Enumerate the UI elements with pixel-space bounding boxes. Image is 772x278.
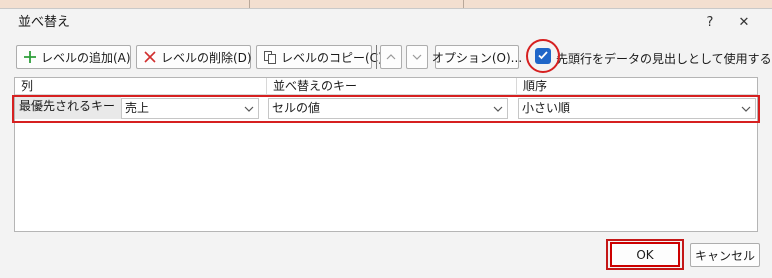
copy-icon [263,50,277,64]
column-header-column: 列 [15,78,266,95]
copy-level-label: レベルのコピー(C) [281,50,383,65]
header-row-checkbox-label[interactable]: 先頭行をデータの見出しとして使用する(H) [556,50,772,67]
ok-button[interactable]: OK [610,242,680,267]
close-button[interactable]: ✕ [730,10,758,34]
chevron-up-icon [386,50,396,64]
background-sheet-strip [0,0,772,8]
annotation-rectangle [12,95,760,123]
annotation-circle [526,39,560,73]
copy-level-button[interactable]: レベルのコピー(C) [256,45,383,69]
options-button[interactable]: オプション(O)... [432,45,522,69]
add-level-label: レベルの追加(A) [41,50,131,65]
dialog-title: 並べ替え [18,15,71,30]
move-down-button[interactable] [406,45,428,69]
help-button[interactable]: ? [696,10,724,34]
toolbar-separator [376,45,377,69]
add-level-button[interactable]: レベルの追加(A) [16,45,131,69]
chevron-down-icon [412,50,422,64]
column-header-sort-on: 並べ替えのキー [267,78,516,95]
column-header-order: 順序 [517,78,757,95]
delete-level-label: レベルの削除(D) [161,50,252,65]
delete-level-button[interactable]: レベルの削除(D) [136,45,252,69]
x-icon [143,50,157,64]
plus-icon [23,50,37,64]
cancel-button[interactable]: キャンセル [690,243,760,267]
move-up-button[interactable] [380,45,402,69]
